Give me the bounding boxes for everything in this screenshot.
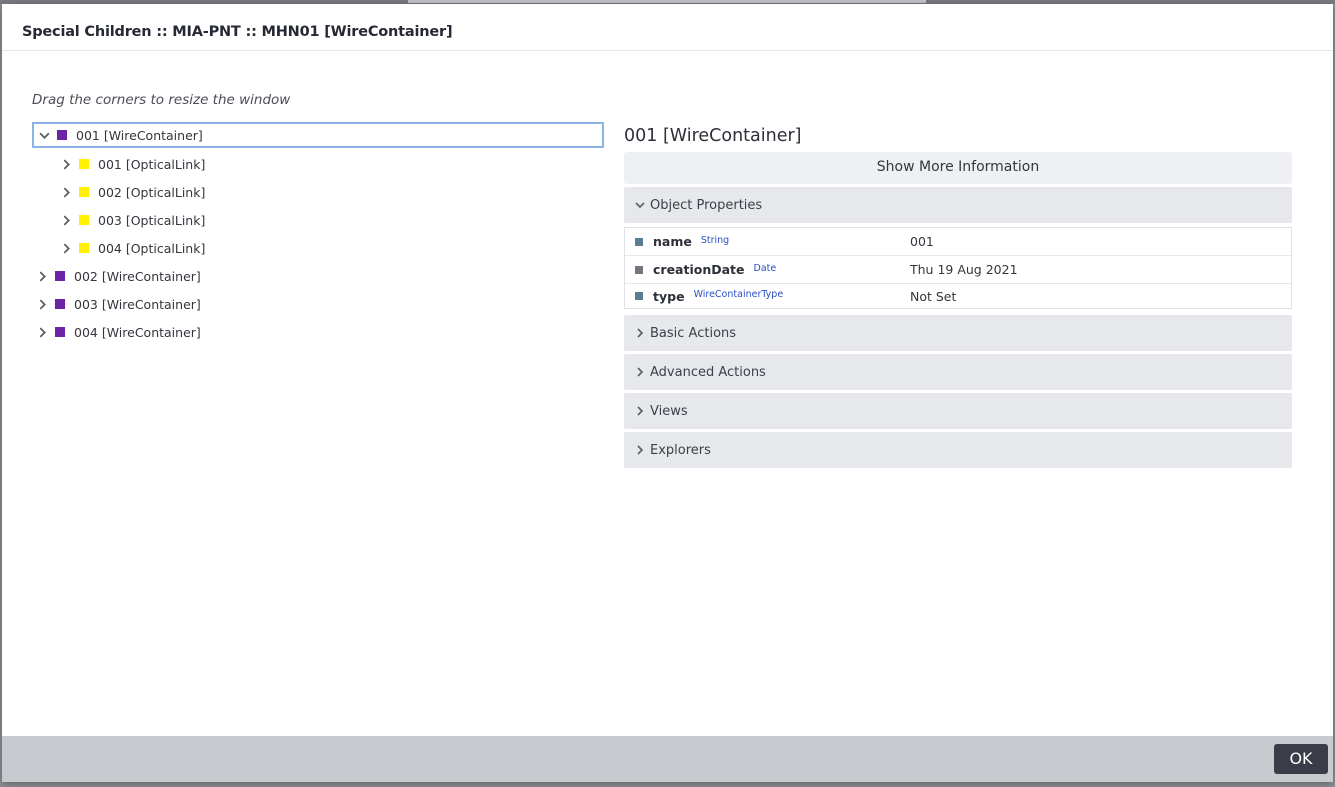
- property-row: name String 001: [625, 228, 1291, 256]
- property-name: type: [653, 288, 685, 304]
- section-advanced-actions[interactable]: Advanced Actions: [624, 354, 1292, 390]
- object-properties-table: name String 001 creationDate Date Thu 19…: [624, 227, 1292, 309]
- property-icon: [635, 237, 643, 246]
- property-icon: [635, 265, 643, 274]
- tree-item-label: 003 [WireContainer]: [74, 296, 201, 312]
- dialog-footer: OK: [2, 736, 1333, 782]
- property-value: Not Set: [910, 288, 957, 304]
- property-type-link[interactable]: Date: [754, 263, 777, 274]
- property-value: Thu 19 Aug 2021: [910, 262, 1018, 277]
- opticallink-icon: [79, 243, 89, 253]
- section-basic-actions[interactable]: Basic Actions: [624, 315, 1292, 351]
- section-label: Views: [650, 403, 688, 419]
- chevron-right-icon[interactable]: [57, 183, 75, 201]
- wirecontainer-icon: [55, 327, 65, 337]
- property-name: name: [653, 234, 692, 249]
- tree-item-label: 004 [OpticalLink]: [98, 240, 206, 256]
- chevron-right-icon: [632, 363, 648, 381]
- detail-title: 001 [WireContainer]: [624, 126, 802, 146]
- dialog-title: Special Children :: MIA-PNT :: MHN01 [Wi…: [22, 24, 453, 40]
- tree-item[interactable]: 001 [WireContainer]: [32, 122, 604, 148]
- chevron-right-icon[interactable]: [57, 155, 75, 173]
- chevron-right-icon: [632, 402, 648, 420]
- section-object-properties[interactable]: Object Properties: [624, 187, 1292, 223]
- section-views[interactable]: Views: [624, 393, 1292, 429]
- tree-item[interactable]: 003 [OpticalLink]: [32, 206, 604, 234]
- section-explorers[interactable]: Explorers: [624, 432, 1292, 468]
- wirecontainer-icon: [57, 130, 67, 140]
- chevron-right-icon: [632, 324, 648, 342]
- opticallink-icon: [79, 159, 89, 169]
- show-more-information-button[interactable]: Show More Information: [624, 152, 1292, 184]
- tree-item[interactable]: 002 [WireContainer]: [32, 262, 604, 290]
- tree-item[interactable]: 002 [OpticalLink]: [32, 178, 604, 206]
- backdrop-scrollbar: [408, 0, 926, 3]
- property-name: creationDate: [653, 262, 745, 277]
- property-value: 001: [910, 234, 934, 249]
- chevron-right-icon[interactable]: [33, 323, 51, 341]
- section-label: Explorers: [650, 442, 711, 458]
- section-label: Basic Actions: [650, 325, 737, 341]
- chevron-right-icon[interactable]: [57, 211, 75, 229]
- tree-item-label: 002 [OpticalLink]: [98, 184, 206, 200]
- chevron-right-icon[interactable]: [33, 267, 51, 285]
- wirecontainer-icon: [55, 299, 65, 309]
- section-label: Advanced Actions: [650, 364, 766, 380]
- detail-panel: 001 [WireContainer] Show More Informatio…: [624, 122, 1292, 468]
- property-type-link[interactable]: String: [701, 235, 729, 246]
- property-row: creationDate Date Thu 19 Aug 2021: [625, 256, 1291, 284]
- dialog-header: Special Children :: MIA-PNT :: MHN01 [Wi…: [2, 4, 1333, 51]
- resize-hint: Drag the corners to resize the window: [32, 92, 291, 108]
- property-icon: [635, 292, 643, 300]
- chevron-right-icon: [632, 441, 648, 459]
- tree-item[interactable]: 004 [OpticalLink]: [32, 234, 604, 262]
- special-children-dialog: Special Children :: MIA-PNT :: MHN01 [Wi…: [2, 4, 1333, 782]
- ok-button[interactable]: OK: [1274, 744, 1328, 774]
- tree-item-label: 001 [WireContainer]: [76, 127, 203, 143]
- property-row: type WireContainerType Not Set: [625, 284, 1291, 308]
- chevron-down-icon[interactable]: [35, 126, 53, 144]
- tree-item-label: 002 [WireContainer]: [74, 268, 201, 284]
- tree-item[interactable]: 004 [WireContainer]: [32, 318, 604, 346]
- chevron-right-icon[interactable]: [57, 239, 75, 257]
- wirecontainer-icon: [55, 271, 65, 281]
- opticallink-icon: [79, 187, 89, 197]
- chevron-down-icon: [632, 196, 648, 214]
- property-type-link[interactable]: WireContainerType: [694, 289, 784, 300]
- tree-item-label: 004 [WireContainer]: [74, 324, 201, 340]
- tree-item[interactable]: 001 [OpticalLink]: [32, 150, 604, 178]
- section-label: Object Properties: [650, 197, 763, 213]
- tree-item-label: 003 [OpticalLink]: [98, 212, 206, 228]
- opticallink-icon: [79, 215, 89, 225]
- chevron-right-icon[interactable]: [33, 295, 51, 313]
- tree-item-label: 001 [OpticalLink]: [98, 156, 206, 172]
- children-tree: 001 [WireContainer] 001 [OpticalLink] 00…: [32, 122, 604, 346]
- tree-item[interactable]: 003 [WireContainer]: [32, 290, 604, 318]
